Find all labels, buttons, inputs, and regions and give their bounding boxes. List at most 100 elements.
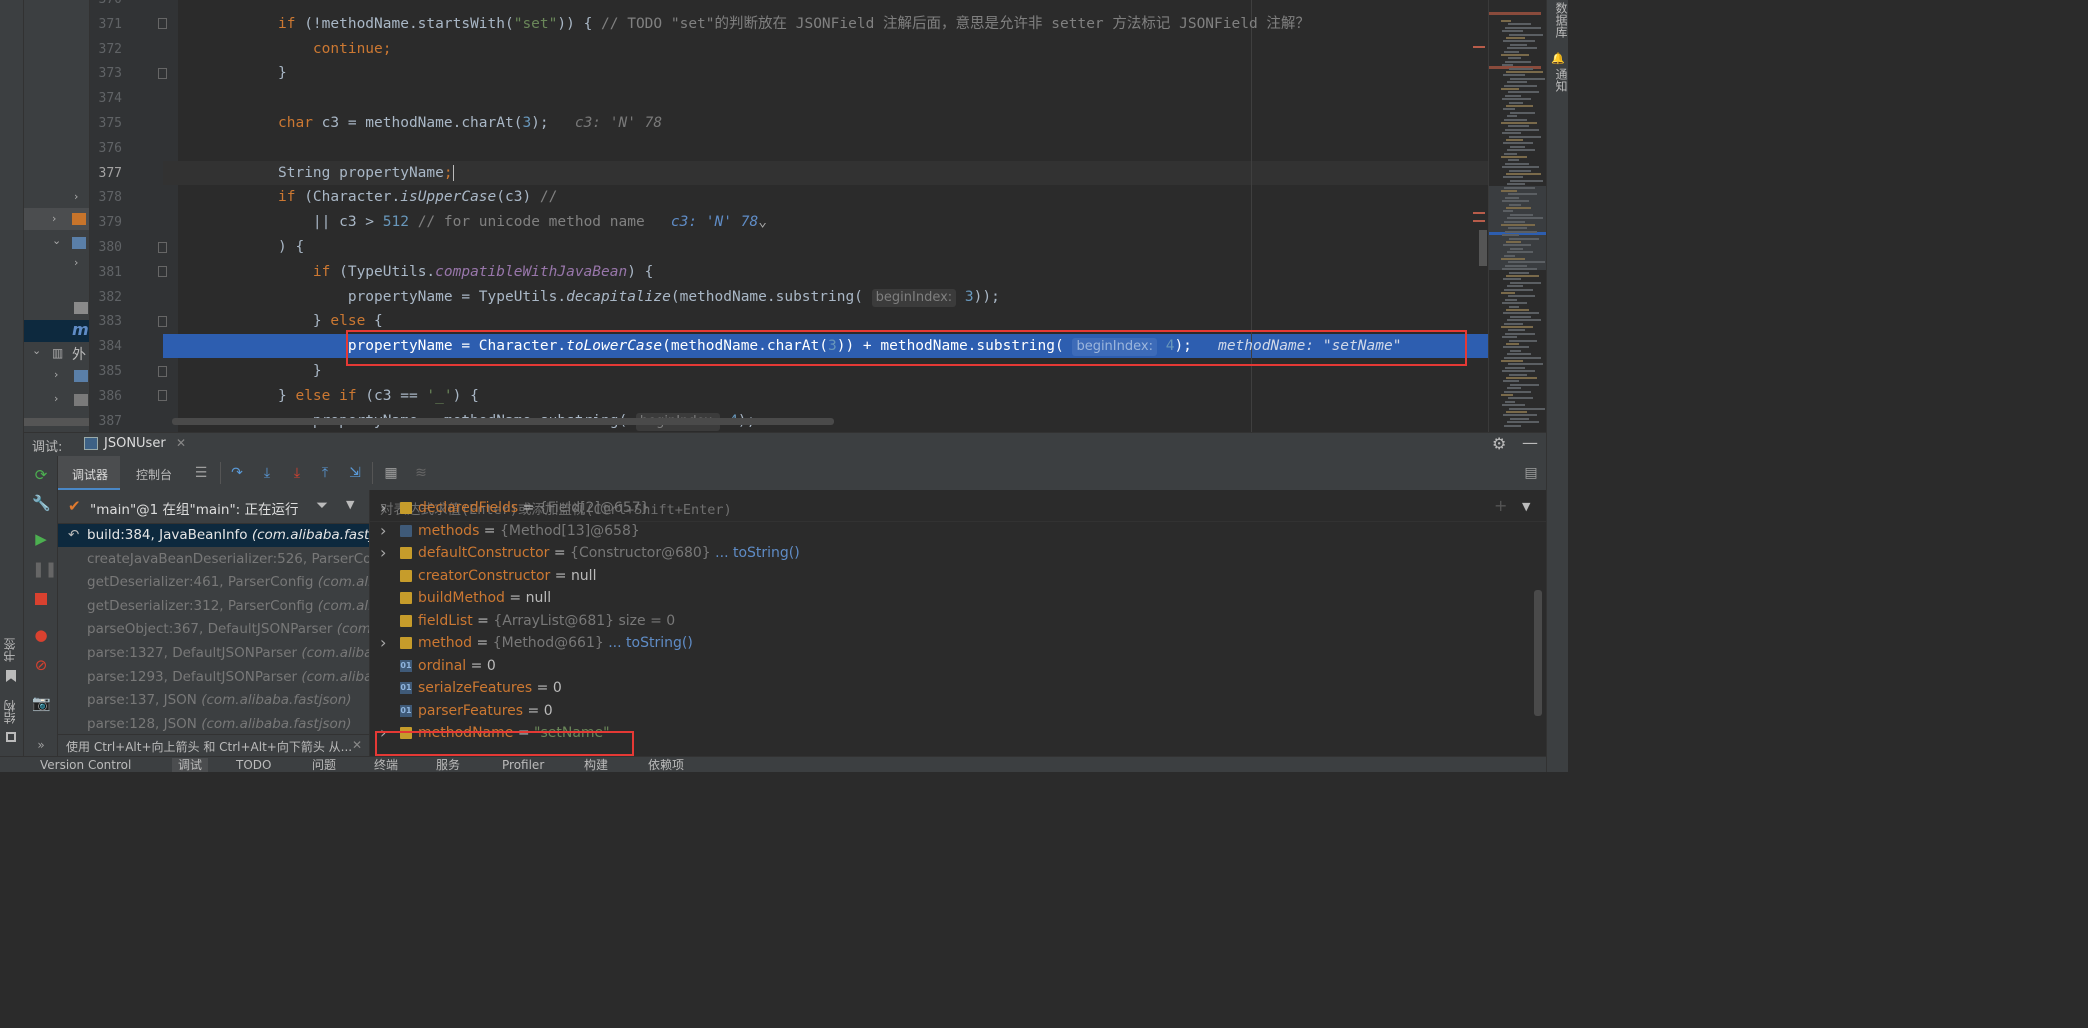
variable-row[interactable]: 01 serialzeFeatures = 0 (370, 677, 1530, 699)
variable-row[interactable]: creatorConstructor = null (370, 565, 1530, 587)
variable-row[interactable]: › defaultConstructor = {Constructor@680} … (370, 542, 1530, 564)
run-to-cursor-icon[interactable]: ⇲ (346, 464, 364, 482)
camera-icon[interactable]: 📷 (32, 694, 51, 712)
fold-marker-icon[interactable] (158, 18, 167, 29)
variable-row[interactable]: 01 ordinal = 0 (370, 655, 1530, 677)
minimize-icon[interactable]: — (1522, 433, 1538, 452)
fold-marker-icon[interactable] (158, 266, 167, 277)
variable-row[interactable]: 01 parserFeatures = 0 (370, 700, 1530, 722)
version-control-tab[interactable]: Version Control (40, 758, 131, 772)
line-number[interactable]: 382 (90, 285, 122, 310)
step-into-icon[interactable]: ⤓ (288, 464, 306, 482)
vertical-scrollbar-thumb[interactable] (1479, 230, 1487, 266)
code-line[interactable]: 372 continue; (90, 37, 1488, 62)
tree-row-current[interactable]: m (24, 320, 89, 342)
tree-row-selected[interactable]: › (24, 208, 89, 230)
line-number[interactable]: 384 (90, 334, 122, 359)
line-number[interactable]: 386 (90, 384, 122, 409)
tree-collapse-icon[interactable]: ⌄ (52, 234, 61, 247)
line-number[interactable]: 373 (90, 61, 122, 86)
tab-console[interactable]: 控制台 (124, 456, 188, 490)
more-icon[interactable]: » (32, 736, 50, 754)
stack-frame[interactable]: getDeserializer:461, ParserConfig (com.a… (58, 571, 369, 594)
todo-tab[interactable]: TODO (236, 758, 271, 772)
stack-frame[interactable]: parse:128, JSON (com.alibaba.fastjson) (58, 713, 369, 734)
build-tab[interactable]: 构建 (584, 758, 608, 772)
stop-icon[interactable] (35, 593, 47, 605)
horizontal-scrollbar[interactable] (24, 418, 89, 426)
stack-frame[interactable]: createJavaBeanDeserializer:526, ParserCo… (58, 548, 369, 571)
line-number[interactable]: 387 (90, 409, 122, 432)
line-number[interactable]: 371 (90, 12, 122, 37)
error-stripe-mark[interactable] (1473, 46, 1485, 48)
to-string-link[interactable]: ... toString() (604, 635, 693, 651)
code-line[interactable]: 371 if (!methodName.startsWith("set")) { … (90, 12, 1488, 37)
line-number[interactable]: 372 (90, 37, 122, 62)
stack-frame[interactable]: parse:1293, DefaultJSONParser (com.aliba… (58, 666, 369, 689)
to-string-link[interactable]: ... toString() (711, 545, 800, 561)
fold-marker-icon[interactable] (158, 316, 167, 327)
line-number[interactable]: 378 (90, 185, 122, 210)
resume-icon[interactable]: ▶ (32, 530, 50, 548)
stack-frame[interactable]: parse:1327, DefaultJSONParser (com.aliba… (58, 642, 369, 665)
expand-arrow-icon[interactable]: › (380, 497, 386, 519)
expand-arrow-icon[interactable]: › (380, 520, 386, 542)
filter-icon[interactable]: ⏷ (316, 496, 328, 514)
fold-marker-icon[interactable] (158, 366, 167, 377)
code-line[interactable]: 378 if (Character.isUpperCase(c3) // (90, 185, 1488, 210)
dropdown-icon[interactable]: ▼ (346, 498, 354, 511)
evaluate-expression-icon[interactable]: ▦ (382, 464, 400, 482)
stack-frame[interactable]: getDeserializer:312, ParserConfig (com.a… (58, 595, 369, 618)
code-line[interactable]: 380) { (90, 235, 1488, 260)
trace-icon[interactable]: ≋ (412, 464, 430, 482)
tree-expand-icon[interactable]: › (54, 392, 58, 405)
code-line[interactable]: 381 if (TypeUtils.compatibleWithJavaBean… (90, 260, 1488, 285)
pause-icon[interactable]: ❚❚ (32, 560, 57, 578)
database-tool-button[interactable]: 数据库 (1549, 2, 1568, 38)
problems-tab[interactable]: 问题 (312, 758, 336, 772)
tree-expand-icon[interactable]: › (74, 190, 78, 203)
line-number[interactable]: 376 (90, 136, 122, 161)
thread-selector[interactable]: ✔ "main"@1 在组"main": 正在运行 ⏷ ▼ (58, 490, 369, 524)
variable-row[interactable]: › declaredFields = {Field[2]@657} (370, 497, 1530, 519)
code-line[interactable]: 379 || c3 > 512 // for unicode method na… (90, 210, 1488, 235)
error-stripe-mark[interactable] (1473, 220, 1485, 222)
expand-arrow-icon[interactable]: › (380, 542, 386, 564)
step-over-icon[interactable]: ⤓ (258, 464, 276, 482)
notifications-tool-button[interactable]: 通知 (1549, 68, 1568, 92)
line-number[interactable]: 380 (90, 235, 122, 260)
stack-frame[interactable]: build:384, JavaBeanInfo (com.alibaba.fas… (58, 524, 369, 547)
line-number[interactable]: 385 (90, 359, 122, 384)
line-number[interactable]: 377 (90, 161, 122, 186)
variable-row[interactable]: fieldList = {ArrayList@681} size = 0 (370, 610, 1530, 632)
variables-scrollbar[interactable] (1534, 590, 1542, 716)
fold-marker-icon[interactable] (158, 68, 167, 79)
line-number[interactable]: 370 (90, 0, 122, 12)
code-line[interactable]: 375 char c3 = methodName.charAt(3); c3: '… (90, 111, 1488, 136)
code-line[interactable]: 373} (90, 61, 1488, 86)
fold-marker-icon[interactable] (158, 390, 167, 401)
debug-session-tab[interactable]: JSONUser (104, 436, 166, 451)
code-line[interactable]: 377 String propertyName; (90, 161, 1488, 186)
code-line[interactable]: 386} else if (c3 == '_') { (90, 384, 1488, 409)
stack-frame[interactable]: parseObject:367, DefaultJSONParser (com.… (58, 618, 369, 641)
stack-frame[interactable]: parse:137, JSON (com.alibaba.fastjson) (58, 689, 369, 712)
tab-debugger[interactable]: 调试器 (58, 456, 120, 490)
code-minimap[interactable] (1473, 0, 1547, 432)
editor-horizontal-scrollbar[interactable] (172, 418, 834, 425)
tree-expand-icon[interactable]: › (54, 368, 58, 381)
close-hint-icon[interactable]: ✕ (352, 738, 362, 752)
code-line[interactable]: 376 (90, 136, 1488, 161)
mute-breakpoints-icon[interactable]: ⊘ (32, 656, 50, 674)
structure-tool-button[interactable]: 结构 (3, 700, 17, 724)
tree-expand-icon[interactable]: › (74, 256, 78, 269)
line-number[interactable]: 374 (90, 86, 122, 111)
menu-icon[interactable]: ☰ (192, 464, 210, 482)
layout-icon[interactable]: ▤ (1522, 464, 1540, 482)
code-editor[interactable]: 370371 if (!methodName.startsWith("set"))… (90, 0, 1488, 432)
line-number[interactable]: 381 (90, 260, 122, 285)
services-tab[interactable]: 服务 (436, 758, 460, 772)
code-line[interactable]: 382 propertyName = TypeUtils.decapitaliz… (90, 285, 1488, 310)
line-number[interactable]: 375 (90, 111, 122, 136)
expand-arrow-icon[interactable]: › (380, 632, 386, 654)
